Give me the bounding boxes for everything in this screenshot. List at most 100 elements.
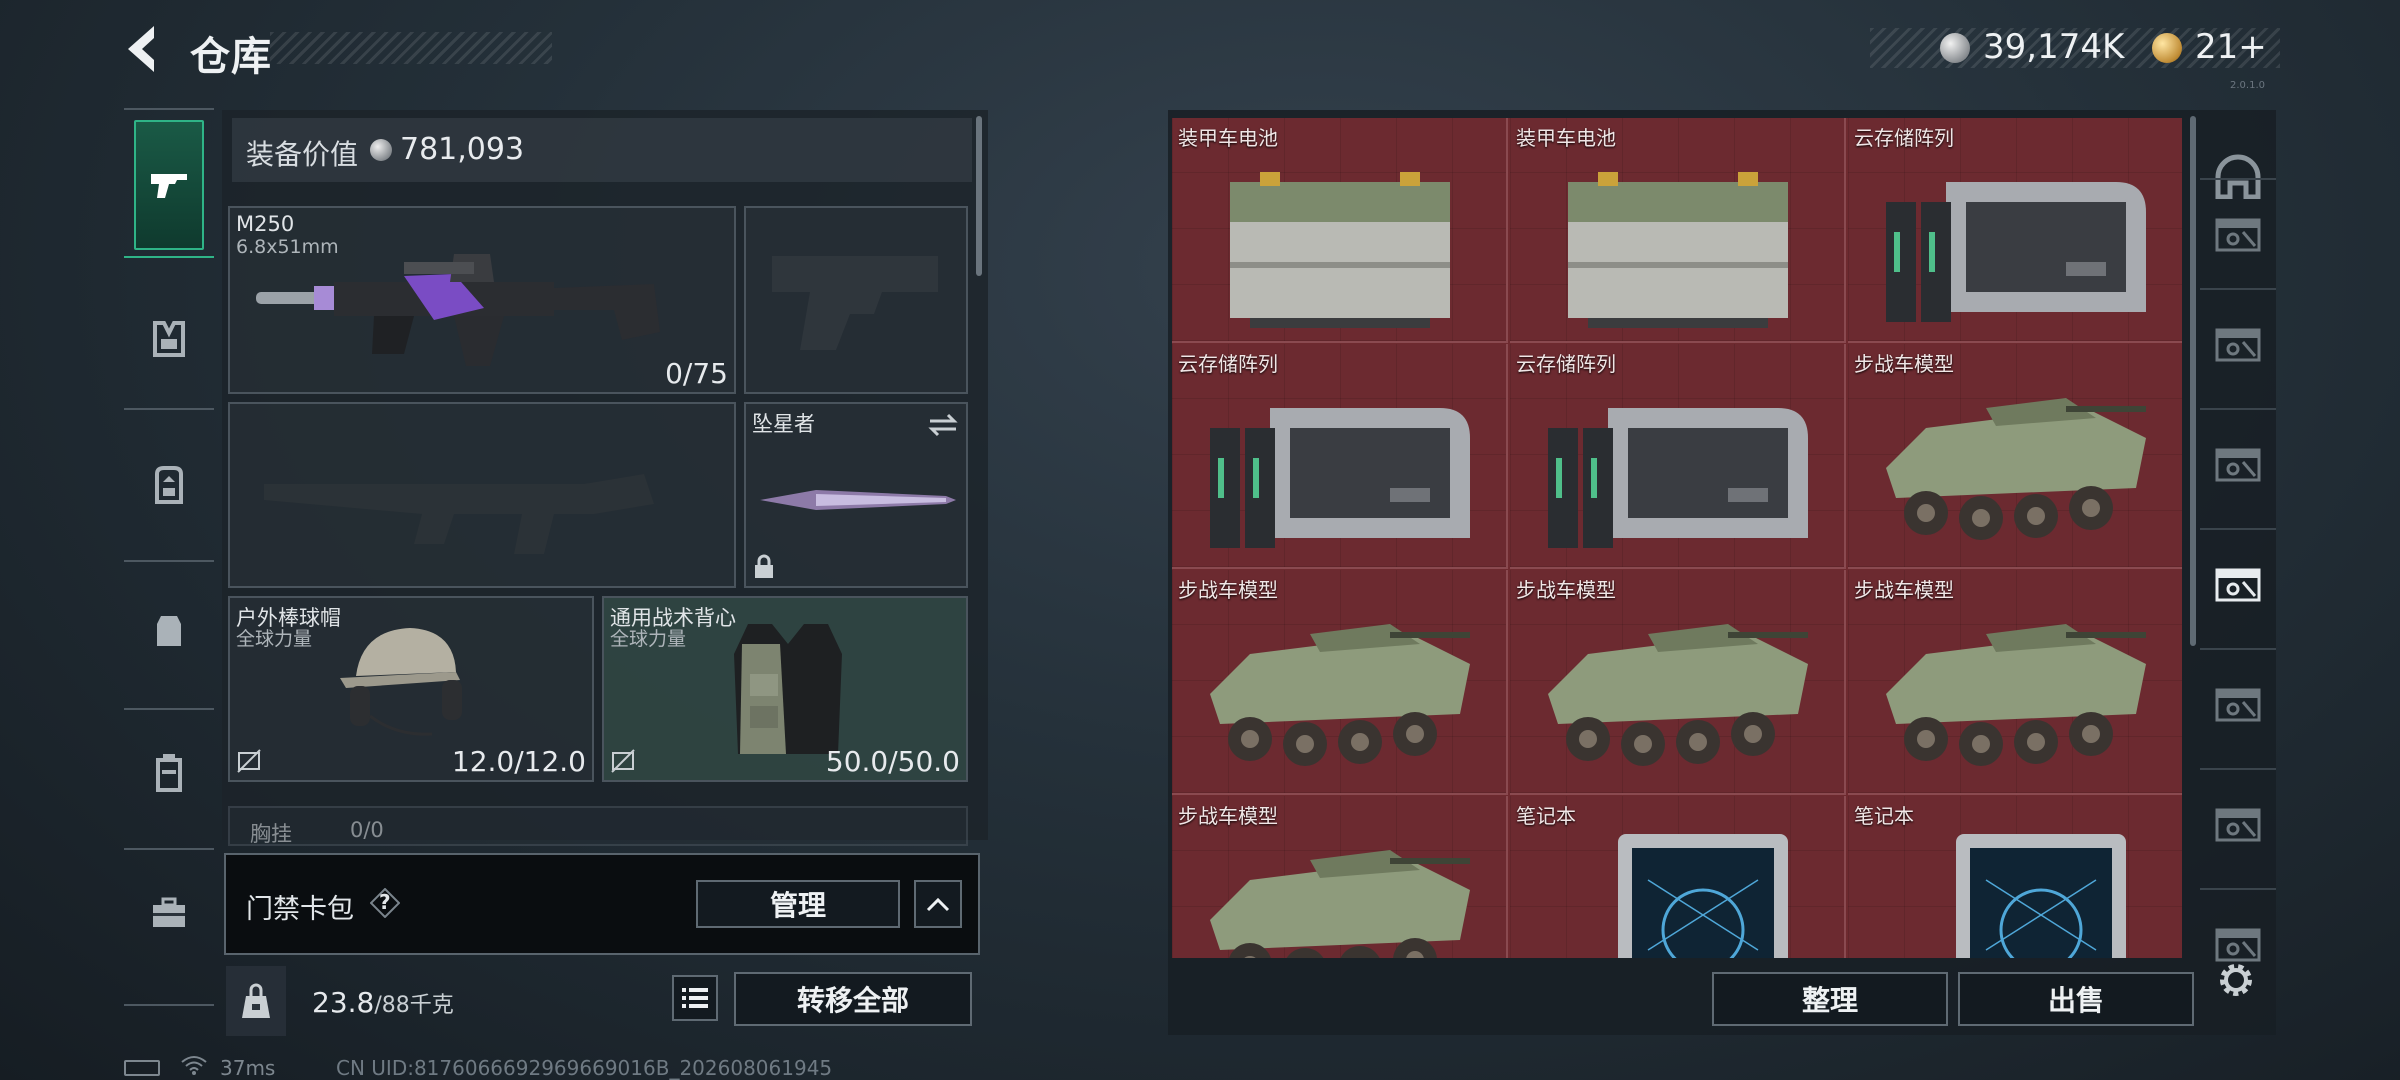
storage-tab[interactable] <box>2210 206 2266 262</box>
storage-tab[interactable] <box>2210 796 2266 852</box>
armor-slot[interactable]: 通用战术背心 全球力量 50.0/50.0 <box>602 596 968 782</box>
category-case[interactable] <box>134 878 204 948</box>
storage-item[interactable]: 步战车模型 <box>1172 570 1508 795</box>
storage-item[interactable]: 装甲车电池 <box>1172 118 1508 343</box>
list-icon <box>682 988 708 1008</box>
armor-durability: 50.0/50.0 <box>825 745 960 778</box>
gold-amount[interactable]: 21+ <box>2195 27 2267 67</box>
secondary-weapon-slot[interactable] <box>228 402 736 588</box>
storage-item-label: 步战车模型 <box>1516 578 1616 602</box>
version-tag: 2.0.1.0 <box>2230 80 2265 91</box>
storage-item[interactable]: 步战车模型 <box>1848 570 2182 795</box>
storage-item-label: 云存储阵列 <box>1516 352 1616 376</box>
armor-faction: 全球力量 <box>610 628 687 650</box>
chest-rig-slot[interactable]: 胸挂 0/0 <box>228 806 968 846</box>
storage-item[interactable]: 步战车模型 <box>1172 796 1508 958</box>
weight-limit: /88千克 <box>374 993 454 1018</box>
title-decoration <box>270 32 552 64</box>
storage-item-label: 笔记本 <box>1854 804 1914 828</box>
helmet-durability: 12.0/12.0 <box>451 745 586 778</box>
pistol-icon <box>151 174 187 198</box>
chest-rig-capacity: 0/0 <box>350 818 384 842</box>
equipment-value-label: 装备价值 <box>246 138 359 171</box>
back-button[interactable] <box>118 22 168 76</box>
storage-grid: 装甲车电池 装甲车电池 云存储阵列 云存储阵列 云存储阵列 步战车模型 步战车模型 步战车模型… <box>1172 118 2182 958</box>
melee-name: 坠星者 <box>752 412 815 436</box>
battery-icon <box>124 1060 160 1076</box>
sort-button[interactable]: 整理 <box>1712 972 1948 1026</box>
manage-button[interactable]: 管理 <box>696 880 900 928</box>
primary-weapon-name: M250 <box>236 212 295 236</box>
melee-slot[interactable]: 坠星者 <box>744 402 968 588</box>
swap-icon[interactable] <box>928 412 958 438</box>
primary-weapon-slot[interactable]: M250 6.8x51mm 0/75 <box>228 206 736 394</box>
storage-item-label: 云存储阵列 <box>1854 126 1954 150</box>
tab-divider <box>2200 648 2276 650</box>
bag-weight-icon <box>242 983 270 1018</box>
storage-array-image <box>1528 368 1828 564</box>
storage-scrollbar[interactable] <box>2190 116 2196 646</box>
weight-value: 23.8 <box>312 986 375 1019</box>
storage-item[interactable]: 步战车模型 <box>1510 570 1846 795</box>
storage-item-label: 步战车模型 <box>1178 804 1278 828</box>
storage-item[interactable]: 云存储阵列 <box>1848 118 2182 343</box>
lock-icon <box>755 554 773 578</box>
category-helmet[interactable] <box>134 304 204 374</box>
storage-tab-home[interactable] <box>2210 148 2266 204</box>
laptop-image <box>1528 820 1828 958</box>
silver-coin-icon <box>1940 33 1970 63</box>
page-title: 仓库 <box>190 34 272 80</box>
category-pouch[interactable] <box>134 596 204 666</box>
storage-tab[interactable] <box>2210 556 2266 612</box>
weight-text: 23.8/88千克 <box>312 986 454 1019</box>
gear-icon <box>2220 964 2252 996</box>
storage-item[interactable]: 装甲车电池 <box>1510 118 1846 343</box>
storage-tab[interactable] <box>2210 676 2266 732</box>
list-view-button[interactable] <box>672 975 718 1021</box>
crate-tab-icon <box>2215 568 2261 602</box>
weight-indicator <box>226 966 286 1036</box>
laptop-image <box>1866 820 2166 958</box>
storage-item-label: 云存储阵列 <box>1178 352 1278 376</box>
card-pack-help-button[interactable]: ? <box>370 888 400 918</box>
storage-tab[interactable] <box>2210 316 2266 372</box>
storage-item[interactable]: 云存储阵列 <box>1172 344 1508 569</box>
pistol-placeholder-icon <box>772 256 938 350</box>
crate-tab-icon <box>2215 328 2261 362</box>
battery-image <box>1190 142 1490 338</box>
storage-item-label: 装甲车电池 <box>1516 126 1616 150</box>
pouch-icon <box>157 616 181 646</box>
storage-item-label: 装甲车电池 <box>1178 126 1278 150</box>
loadout-scrollbar[interactable] <box>976 116 982 276</box>
value-coin-icon <box>370 139 392 161</box>
crate-tab-icon <box>2215 218 2261 252</box>
sidearm-slot[interactable] <box>744 206 968 394</box>
transfer-all-button[interactable]: 转移全部 <box>734 972 972 1026</box>
tab-divider <box>2200 408 2276 410</box>
storage-item[interactable]: 笔记本 <box>1848 796 2182 958</box>
crate-tab-icon <box>2215 688 2261 722</box>
settings-button[interactable] <box>2208 952 2264 1008</box>
no-repair-icon <box>237 749 261 773</box>
battery-image <box>1528 142 1828 338</box>
tactical-vest-image <box>734 624 842 754</box>
storage-item[interactable]: 云存储阵列 <box>1510 344 1846 569</box>
armor-rig-icon <box>153 321 185 357</box>
category-backpack[interactable] <box>134 450 204 520</box>
ifv-model-image <box>1866 368 2166 564</box>
helmet-slot[interactable]: 户外棒球帽 全球力量 12.0/12.0 <box>228 596 594 782</box>
sell-button[interactable]: 出售 <box>1958 972 2194 1026</box>
ping-text: 37ms <box>220 1056 276 1080</box>
back-arrow-icon <box>128 26 154 72</box>
collapse-button[interactable] <box>914 880 962 928</box>
chevron-up-icon <box>926 897 950 912</box>
equipment-value-amount: 781,093 <box>400 132 525 167</box>
storage-tab[interactable] <box>2210 436 2266 492</box>
storage-item[interactable]: 步战车模型 <box>1848 344 2182 569</box>
gold-coin-icon <box>2152 33 2182 63</box>
storage-item-label: 步战车模型 <box>1854 578 1954 602</box>
storage-item[interactable]: 笔记本 <box>1510 796 1846 958</box>
silver-amount: 39,174K <box>1983 27 2125 67</box>
category-container[interactable] <box>134 738 204 808</box>
category-weapons[interactable] <box>134 120 204 250</box>
